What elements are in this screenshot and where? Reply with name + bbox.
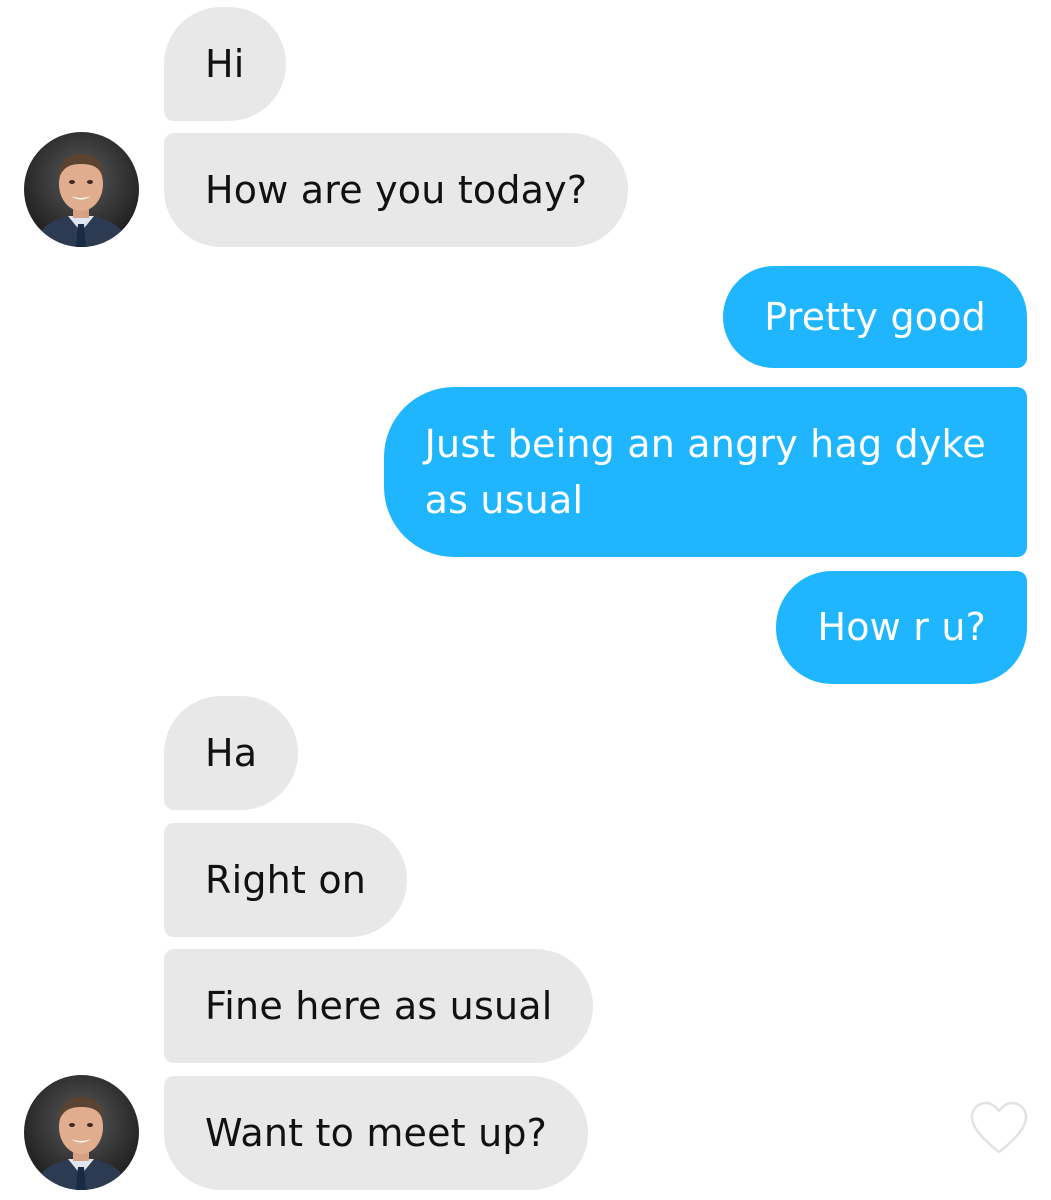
received-message[interactable]: Fine here as usual bbox=[164, 949, 594, 1063]
received-message[interactable]: Ha bbox=[164, 696, 299, 810]
sent-message[interactable]: Pretty good bbox=[723, 266, 1027, 368]
sent-message-line: Just being an angry hag dyke bbox=[424, 422, 986, 466]
sent-message[interactable]: Just being an angry hag dyke as usual bbox=[383, 387, 1027, 557]
contact-avatar[interactable] bbox=[24, 132, 139, 247]
received-message[interactable]: Right on bbox=[164, 823, 408, 937]
avatar-photo-icon bbox=[24, 1075, 139, 1190]
heart-outline-icon bbox=[970, 1101, 1028, 1154]
avatar-photo-icon bbox=[24, 132, 139, 247]
sent-message-line: as usual bbox=[424, 478, 584, 522]
like-message-button[interactable] bbox=[968, 1100, 1030, 1156]
sent-message[interactable]: How r u? bbox=[776, 571, 1027, 684]
conversation-thread: Hi How are you today? Pretty good Just b… bbox=[0, 0, 1051, 1200]
received-message[interactable]: Hi bbox=[164, 7, 286, 121]
contact-avatar[interactable] bbox=[24, 1075, 139, 1190]
received-message[interactable]: Want to meet up? bbox=[164, 1076, 589, 1190]
received-message[interactable]: How are you today? bbox=[164, 133, 629, 247]
